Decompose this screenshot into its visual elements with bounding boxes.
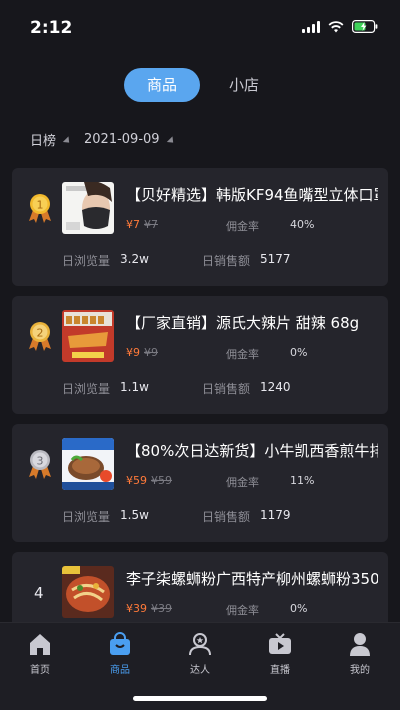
product-title: 【80%次日达新货】小牛凯西香煎牛排	[126, 442, 378, 460]
tab-home-label: 首页	[30, 665, 50, 676]
daily-views-label: 日浏览量	[62, 510, 111, 524]
shopping-bag-icon	[107, 631, 133, 657]
daily-sales-value: 5177	[260, 252, 291, 266]
commission-label: 佣金率	[226, 220, 259, 233]
commission-label: 佣金率	[226, 348, 259, 361]
tab-products[interactable]: 商品	[90, 631, 150, 676]
segment-control: 商品 小店	[124, 68, 280, 102]
segment-products-tab[interactable]: 商品	[124, 68, 200, 102]
current-price: ¥39	[126, 602, 147, 615]
svg-text:2: 2	[37, 327, 44, 340]
cellular-signal-icon	[302, 20, 320, 33]
status-bar: 2:12	[0, 0, 400, 56]
product-list: 1 【贝好精选】韩版KF94鱼嘴型立体口罩 ¥7 ¥7 佣金率 40% 日浏览量 …	[12, 168, 388, 652]
svg-text:3: 3	[37, 455, 44, 468]
daily-sales-label: 日销售额	[202, 254, 251, 268]
tab-live-label: 直播	[270, 665, 290, 676]
gold-medal-icon: 1	[26, 192, 54, 224]
product-thumbnail	[62, 310, 114, 362]
product-thumbnail	[62, 182, 114, 234]
filter-row: 日榜 2021-09-09	[30, 130, 176, 149]
product-title: 李子柒螺蛳粉广西特产柳州螺蛳粉350g	[126, 570, 378, 588]
tab-talent[interactable]: 达人	[170, 631, 230, 676]
period-filter-label: 日榜	[30, 134, 57, 149]
product-card[interactable]: 1 【贝好精选】韩版KF94鱼嘴型立体口罩 ¥7 ¥7 佣金率 40% 日浏览量 …	[12, 168, 388, 286]
original-price: ¥9	[144, 346, 158, 359]
product-title: 【厂家直销】源氏大辣片 甜辣 68g	[126, 314, 360, 332]
person-icon	[347, 631, 373, 657]
product-price: ¥59 ¥59	[126, 474, 172, 487]
commission-value: 40%	[290, 218, 315, 231]
current-price: ¥9	[126, 346, 140, 359]
talent-star-icon	[187, 631, 213, 657]
battery-charging-icon	[352, 20, 378, 33]
current-price: ¥59	[126, 474, 147, 487]
daily-sales-label: 日销售额	[202, 510, 251, 524]
product-title: 【贝好精选】韩版KF94鱼嘴型立体口罩	[126, 186, 378, 204]
product-price: ¥7 ¥7	[126, 218, 158, 231]
home-indicator	[133, 696, 267, 701]
commission-label: 佣金率	[226, 476, 259, 489]
date-filter[interactable]: 2021-09-09	[84, 130, 176, 149]
silver-medal-icon: 2	[26, 320, 54, 352]
daily-sales-label: 日销售额	[202, 382, 251, 396]
commission-label: 佣金率	[226, 604, 259, 617]
product-price: ¥39 ¥39	[126, 602, 172, 615]
tab-mine-label: 我的	[350, 665, 370, 676]
current-price: ¥7	[126, 218, 140, 231]
commission-value: 0%	[290, 602, 308, 615]
wifi-icon	[328, 20, 344, 33]
commission-value: 0%	[290, 346, 308, 359]
daily-views-value: 3.2w	[120, 252, 149, 266]
tab-talent-label: 达人	[190, 665, 210, 676]
live-tv-icon	[267, 631, 293, 657]
home-icon	[27, 631, 53, 657]
daily-views-label: 日浏览量	[62, 254, 111, 268]
daily-sales-value: 1240	[260, 380, 291, 394]
original-price: ¥7	[144, 218, 158, 231]
period-filter[interactable]: 日榜	[30, 130, 73, 149]
product-card[interactable]: 2 【厂家直销】源氏大辣片 甜辣 68g ¥9 ¥9 佣金率 0% 日浏览量 1.…	[12, 296, 388, 414]
commission-value: 11%	[290, 474, 315, 487]
daily-sales-value: 1179	[260, 508, 291, 522]
tab-mine[interactable]: 我的	[330, 631, 390, 676]
product-thumbnail	[62, 566, 114, 618]
rank-number: 4	[34, 584, 44, 602]
daily-views-value: 1.1w	[120, 380, 149, 394]
segment-shops-tab[interactable]: 小店	[208, 68, 280, 102]
svg-text:1: 1	[37, 199, 44, 212]
daily-views-label: 日浏览量	[62, 382, 111, 396]
product-thumbnail	[62, 438, 114, 490]
original-price: ¥59	[151, 474, 172, 487]
date-filter-label: 2021-09-09	[84, 132, 160, 147]
status-icons	[302, 20, 378, 33]
tab-home[interactable]: 首页	[10, 631, 70, 676]
original-price: ¥39	[151, 602, 172, 615]
dropdown-triangle-icon	[166, 136, 176, 146]
product-price: ¥9 ¥9	[126, 346, 158, 359]
dropdown-triangle-icon	[62, 136, 73, 146]
tab-live[interactable]: 直播	[250, 631, 310, 676]
tab-products-label: 商品	[110, 665, 130, 676]
bronze-medal-icon: 3	[26, 448, 54, 480]
status-time: 2:12	[30, 18, 73, 38]
daily-views-value: 1.5w	[120, 508, 149, 522]
product-card[interactable]: 3 【80%次日达新货】小牛凯西香煎牛排 ¥59 ¥59 佣金率 11% 日浏览量…	[12, 424, 388, 542]
